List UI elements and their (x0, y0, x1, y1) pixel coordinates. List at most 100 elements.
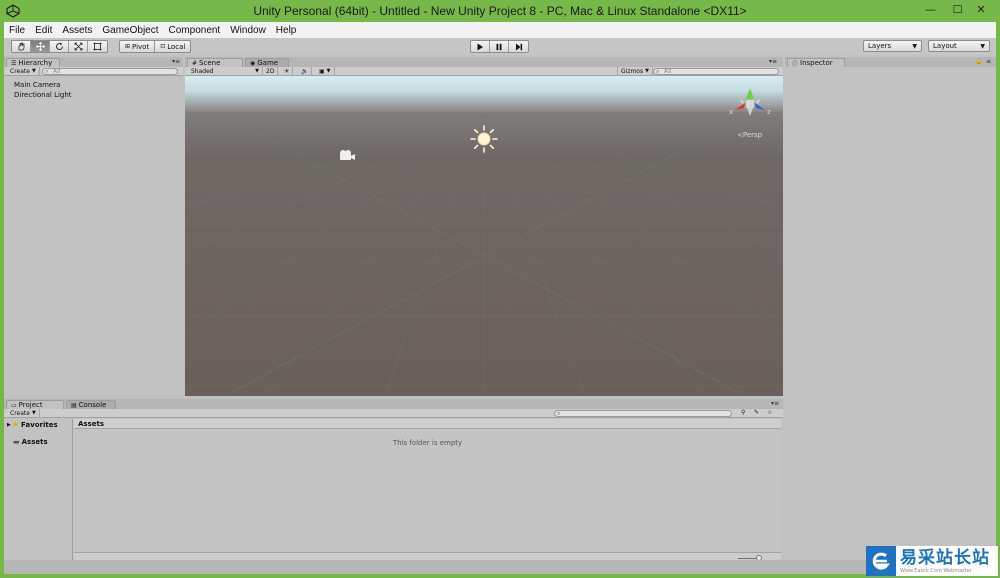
main-toolbar: ⊞ Pivot ⊡ Local Layers ▼ Layout ▼ (4, 38, 996, 55)
site-watermark: 易采站长站 Www.Easck.Com Webmaster (866, 546, 998, 576)
panel-menu-icon[interactable]: ▾≡ (769, 58, 777, 65)
rect-tool-button[interactable] (88, 41, 107, 52)
menu-bar: File Edit Assets GameObject Component Wi… (4, 22, 996, 38)
favorites-node[interactable]: ▶ ★ Favorites (7, 420, 58, 429)
minimize-button[interactable]: — (917, 0, 944, 18)
game-icon: ◉ (250, 59, 256, 67)
camera-icon[interactable] (338, 149, 356, 161)
transform-tools (11, 40, 108, 53)
move-tool-button[interactable] (31, 41, 50, 52)
menu-help[interactable]: Help (271, 25, 302, 36)
scene-effects-dropdown[interactable]: ▣ ▼ (316, 67, 335, 75)
favorite-star-icon[interactable]: ☆ (767, 409, 772, 416)
scene-orientation-gizmo[interactable] (729, 86, 771, 126)
lock-icon[interactable]: 🔒 (975, 58, 982, 65)
filter-by-type-icon[interactable]: ⚲ (741, 409, 745, 416)
local-icon: ⊡ (160, 43, 166, 50)
project-toolbar: Create ▼ ⌕ ⚲ ✎ ☆ (4, 409, 783, 418)
tab-hierarchy[interactable]: ☰ Hierarchy (6, 58, 60, 67)
scene-toolbar: Shaded ▼ 2D ☀ 🔈 ▣ ▼ Gizmos ▼ ⌕ All (185, 67, 783, 76)
layers-dropdown[interactable]: Layers ▼ (863, 40, 922, 52)
star-icon: ★ (11, 420, 20, 429)
tab-console[interactable]: ▤ Console (66, 400, 116, 409)
expand-arrow-icon: ▶ (7, 421, 11, 428)
assets-folder-node[interactable]: ▬ Assets (13, 438, 48, 446)
step-button[interactable] (509, 41, 528, 52)
layers-label: Layers (868, 42, 892, 50)
chevron-down-icon: ▼ (326, 68, 331, 74)
rotate-tool-button[interactable] (50, 41, 69, 52)
toggle-2d-button[interactable]: 2D (263, 67, 279, 75)
local-toggle-button[interactable]: ⊡ Local (155, 41, 190, 52)
gizmos-label: Gizmos (621, 67, 644, 75)
hierarchy-panel: ☰ Hierarchy ▾≡ Create ▼ ⌕ All Main Camer… (4, 57, 183, 397)
tab-game[interactable]: ◉ Game (245, 58, 289, 67)
menu-file[interactable]: File (4, 25, 30, 36)
gizmo-z-label: z (767, 108, 771, 116)
scene-search-input[interactable]: ⌕ All (653, 68, 779, 75)
watermark-e-icon (872, 552, 890, 570)
scale-tool-button[interactable] (69, 41, 88, 52)
gizmos-dropdown[interactable]: Gizmos ▼ (617, 67, 653, 75)
search-icon: ⌕ (557, 410, 561, 417)
project-folder-tree: ▶ ★ Favorites ▬ Assets (4, 419, 73, 563)
folder-icon: ▭ (11, 401, 17, 409)
menu-edit[interactable]: Edit (30, 25, 57, 36)
gizmo-x-label: x (729, 108, 734, 116)
chevron-down-icon: ▼ (255, 68, 259, 74)
project-tabstrip: ▭ Project ▤ Console ▾≡ (4, 399, 783, 409)
directional-light-icon[interactable] (469, 124, 499, 154)
project-create-dropdown[interactable]: Create ▼ (7, 409, 40, 417)
projection-label[interactable]: ≺Persp (737, 131, 762, 139)
tab-scene[interactable]: # Scene (187, 58, 243, 67)
close-button[interactable]: ✕ (966, 0, 996, 18)
chevron-down-icon: ▼ (980, 42, 985, 50)
panel-menu-icon[interactable]: ≡ (986, 58, 991, 65)
menu-component[interactable]: Component (164, 25, 226, 36)
scene-audio-button[interactable]: 🔈 (298, 67, 313, 75)
filter-by-label-icon[interactable]: ✎ (754, 409, 759, 416)
hierarchy-search-input[interactable]: ⌕ All (42, 68, 178, 75)
watermark-sub-text: Www.Easck.Com Webmaster (900, 568, 972, 574)
search-placeholder: All (664, 68, 672, 75)
play-button[interactable] (471, 41, 490, 52)
menu-assets[interactable]: Assets (57, 25, 97, 36)
panel-menu-icon[interactable]: ▾≡ (172, 58, 180, 65)
hand-tool-button[interactable] (12, 41, 31, 52)
menu-window[interactable]: Window (225, 25, 271, 36)
tab-project[interactable]: ▭ Project (6, 400, 64, 409)
project-assets-view[interactable]: Assets This folder is empty (74, 419, 781, 562)
hierarchy-item[interactable]: Directional Light (14, 91, 72, 99)
scene-lighting-button[interactable]: ☀ (281, 67, 294, 75)
hierarchy-icon: ☰ (11, 59, 17, 67)
watermark-main-text: 易采站长站 (900, 548, 990, 568)
tab-console-label: Console (78, 401, 107, 409)
hierarchy-tabstrip: ☰ Hierarchy ▾≡ (4, 57, 183, 67)
chevron-down-icon: ▼ (912, 42, 917, 50)
inspector-panel: ⓘ Inspector 🔒 ≡ (785, 57, 996, 560)
hierarchy-create-dropdown[interactable]: Create ▼ (7, 67, 40, 75)
tab-scene-label: Scene (199, 59, 221, 67)
favorites-label: Favorites (21, 420, 58, 429)
pivot-toggle-button[interactable]: ⊞ Pivot (120, 41, 156, 52)
mode-2d-label: 2D (266, 67, 275, 75)
scene-viewport[interactable]: x z ≺Persp (185, 76, 783, 396)
tab-inspector-label: Inspector (800, 59, 833, 67)
shading-label: Shaded (191, 67, 214, 75)
playback-controls (470, 40, 529, 53)
pause-button[interactable] (490, 41, 509, 52)
menu-gameobject[interactable]: GameObject (97, 25, 163, 36)
chevron-down-icon: ▼ (645, 68, 649, 74)
project-search-input[interactable]: ⌕ (554, 410, 732, 417)
project-panel: ▭ Project ▤ Console ▾≡ Create ▼ ⌕ ⚲ ✎ ☆ … (4, 399, 783, 563)
step-icon (515, 43, 522, 50)
speaker-icon: 🔈 (301, 67, 309, 75)
shading-mode-dropdown[interactable]: Shaded ▼ (188, 67, 263, 75)
panel-menu-icon[interactable]: ▾≡ (771, 400, 779, 407)
rect-transform-icon (93, 42, 102, 51)
tab-inspector[interactable]: ⓘ Inspector (787, 58, 845, 68)
scene-icon: # (192, 59, 198, 67)
layout-dropdown[interactable]: Layout ▼ (928, 40, 990, 52)
hierarchy-item[interactable]: Main Camera (14, 81, 60, 89)
watermark-logo-icon (866, 546, 896, 576)
